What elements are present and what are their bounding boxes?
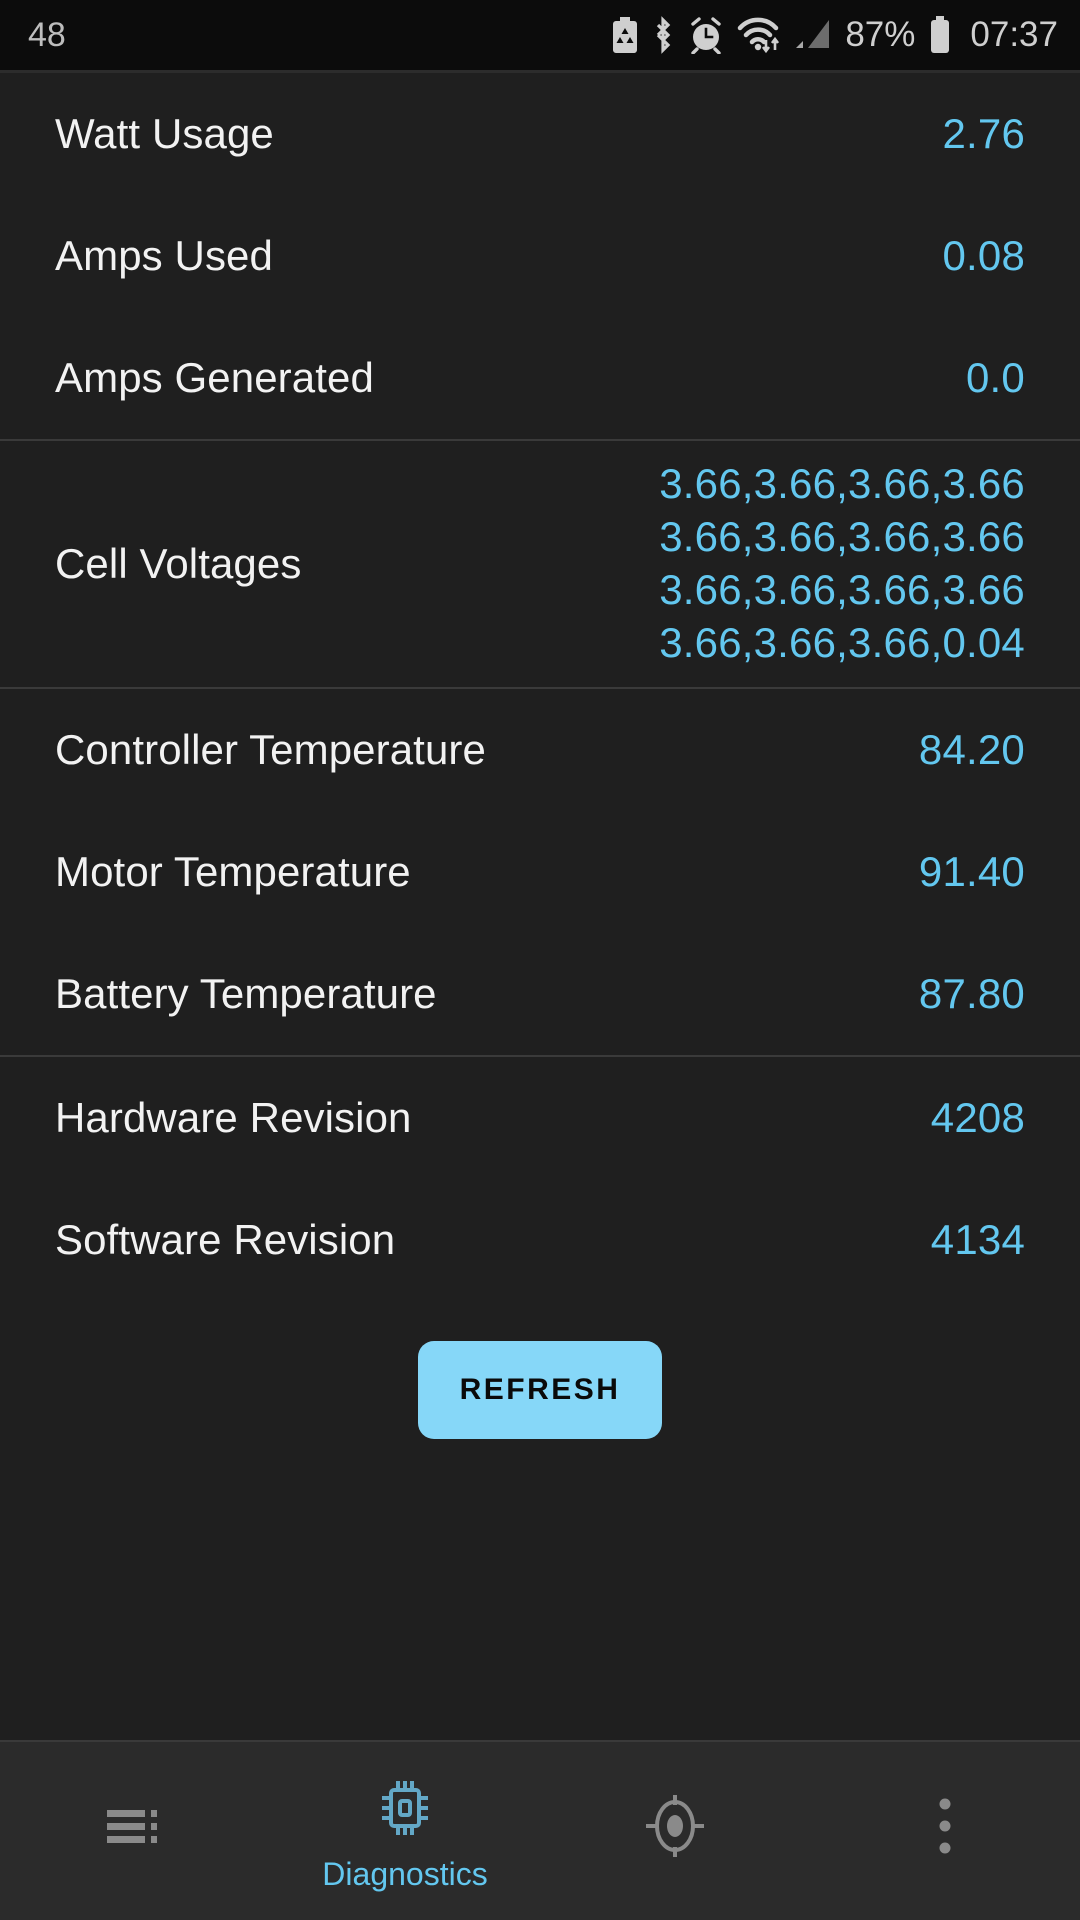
row-value: 3.66,3.66,3.66,3.66 3.66,3.66,3.66,3.66 … [659,460,1025,666]
battery-full-icon [928,16,952,54]
row-label: Controller Temperature [55,726,486,773]
status-bar-icons: 87% 07:37 [612,15,1058,55]
nav-item-label: Diagnostics [322,1855,488,1892]
battery-percent-label: 87% [845,15,916,54]
nav-item-list[interactable] [0,1742,270,1920]
row-label: Battery Temperature [55,970,437,1017]
table-row[interactable]: Controller Temperature 84.20 [0,689,1080,811]
row-value: 4134 [930,1216,1025,1263]
row-value: 2.76 [942,110,1025,157]
status-bar: 48 87% 07:37 [0,0,1080,70]
battery-saver-icon [612,17,638,53]
nav-item-diagnostics[interactable]: Diagnostics [270,1742,540,1920]
row-value: 87.80 [918,970,1025,1017]
nav-item-gps[interactable] [540,1742,810,1920]
cpu-chip-icon [374,1770,436,1846]
row-label: Hardware Revision [55,1094,412,1141]
row-label: Motor Temperature [55,848,411,895]
wifi-icon [737,16,783,54]
row-label: Amps Used [55,232,273,279]
bluetooth-icon [651,16,675,54]
status-bar-left-text: 48 [28,15,66,54]
refresh-button[interactable]: REFRESH [418,1341,662,1439]
refresh-button-container: REFRESH [0,1301,1080,1740]
gps-target-icon [639,1788,711,1864]
row-value: 91.40 [918,848,1025,895]
row-value: 84.20 [918,726,1025,773]
nav-item-overflow[interactable] [810,1742,1080,1920]
list-menu-icon [103,1788,167,1864]
row-label: Cell Voltages [55,540,302,587]
table-row[interactable]: Cell Voltages 3.66,3.66,3.66,3.66 3.66,3… [0,441,1080,687]
row-label: Watt Usage [55,110,274,157]
app-root: 48 87% 07:37 Watt Usage 2.76 Amps Used 0… [0,0,1080,1920]
row-label: Amps Generated [55,354,374,401]
row-value: 0.0 [966,354,1025,401]
status-bar-clock: 07:37 [970,15,1058,54]
group-power: Watt Usage 2.76 Amps Used 0.08 Amps Gene… [0,73,1080,439]
table-row[interactable]: Hardware Revision 4208 [0,1057,1080,1179]
row-label: Software Revision [55,1216,396,1263]
table-row[interactable]: Battery Temperature 87.80 [0,933,1080,1055]
group-cell-voltages: Cell Voltages 3.66,3.66,3.66,3.66 3.66,3… [0,441,1080,687]
table-row[interactable]: Motor Temperature 91.40 [0,811,1080,933]
bottom-navigation-bar: Diagnostics [0,1740,1080,1920]
group-temperatures: Controller Temperature 84.20 Motor Tempe… [0,689,1080,1055]
group-revisions: Hardware Revision 4208 Software Revision… [0,1057,1080,1301]
diagnostics-list: Watt Usage 2.76 Amps Used 0.08 Amps Gene… [0,73,1080,1740]
overflow-menu-icon [933,1788,957,1864]
row-value: 0.08 [942,232,1025,279]
table-row[interactable]: Software Revision 4134 [0,1179,1080,1301]
cellular-signal-icon [796,17,832,53]
alarm-clock-icon [688,16,724,54]
row-value: 4208 [930,1094,1025,1141]
table-row[interactable]: Amps Generated 0.0 [0,317,1080,439]
table-row[interactable]: Watt Usage 2.76 [0,73,1080,195]
table-row[interactable]: Amps Used 0.08 [0,195,1080,317]
